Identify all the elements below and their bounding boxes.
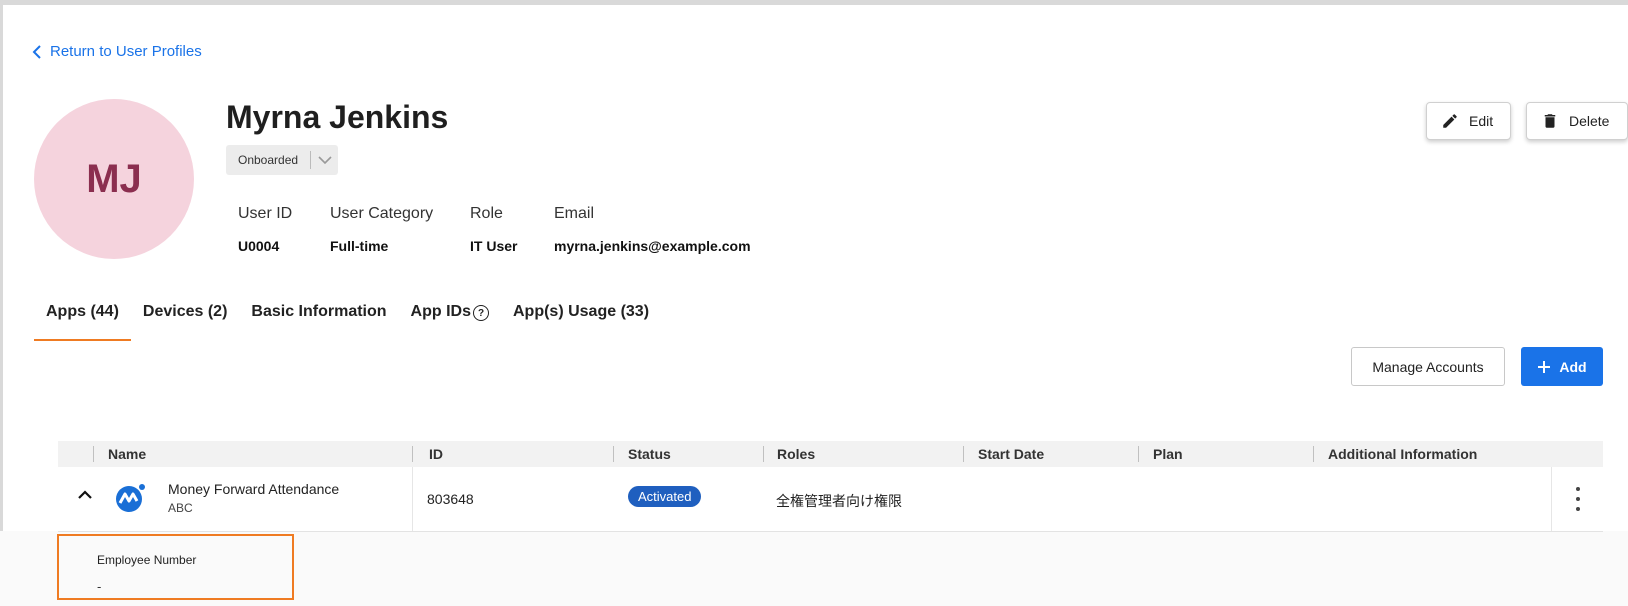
status-select-value: Onboarded [238, 153, 299, 167]
tab-label: Basic Information [251, 303, 387, 320]
tab-label: App IDs [410, 303, 471, 320]
column-divider [412, 467, 413, 531]
tab-bar: Apps (44) Devices (2) Basic Information … [34, 303, 661, 341]
detail-label: Employee Number [97, 553, 197, 567]
add-button-label: Add [1559, 358, 1587, 375]
field-label: User Category [330, 205, 434, 222]
field-email: Email myrna.jenkins@example.com [554, 205, 751, 254]
column-divider [93, 446, 94, 462]
column-divider [763, 446, 764, 462]
column-header-name[interactable]: Name [108, 446, 146, 462]
collapse-toggle[interactable] [78, 487, 92, 503]
tab-label: App(s) Usage (33) [513, 303, 650, 320]
column-divider [1551, 467, 1552, 531]
status-select[interactable]: Onboarded [226, 145, 338, 175]
chevron-down-icon [311, 155, 338, 165]
tab-label: Devices (2) [142, 303, 228, 320]
tab-label: Apps (44) [46, 303, 119, 320]
manage-accounts-label: Manage Accounts [1372, 358, 1484, 375]
user-name: Myrna Jenkins [226, 99, 449, 135]
tab-apps[interactable]: Apps (44) [34, 303, 131, 341]
pencil-icon [1443, 114, 1457, 128]
edit-button[interactable]: Edit [1426, 102, 1511, 140]
delete-button[interactable]: Delete [1526, 102, 1628, 140]
column-divider [963, 446, 964, 462]
table-header: Name ID Status Roles Start Date Plan Add… [58, 441, 1603, 467]
field-user-category: User Category Full-time [330, 205, 433, 254]
field-value: myrna.jenkins@example.com [554, 238, 751, 254]
more-options-icon[interactable] [1572, 487, 1584, 511]
table-row[interactable]: Money Forward Attendance ABC 803648 Acti… [58, 467, 1603, 532]
column-header-status[interactable]: Status [628, 446, 671, 462]
column-divider [1138, 446, 1139, 462]
column-header-additional-information[interactable]: Additional Information [1328, 446, 1477, 462]
field-label: Email [554, 205, 595, 222]
avatar: MJ [34, 99, 194, 259]
detail-value: - [97, 579, 102, 594]
tab-basic-information[interactable]: Basic Information [239, 303, 398, 341]
app-id: 803648 [427, 491, 474, 507]
column-header-plan[interactable]: Plan [1153, 446, 1183, 462]
edit-button-label: Edit [1469, 113, 1494, 129]
help-icon[interactable]: ? [473, 305, 489, 321]
chevron-left-icon [32, 44, 41, 59]
field-label: User ID [238, 205, 293, 222]
back-link[interactable]: Return to User Profiles [32, 43, 202, 60]
tab-devices[interactable]: Devices (2) [131, 303, 240, 341]
app-logo-icon [114, 483, 146, 516]
column-divider [613, 446, 614, 462]
delete-button-label: Delete [1569, 113, 1610, 129]
add-button[interactable]: Add [1521, 347, 1603, 386]
manage-accounts-button[interactable]: Manage Accounts [1351, 347, 1505, 386]
column-divider [412, 446, 413, 462]
app-name[interactable]: Money Forward Attendance [168, 481, 339, 497]
field-role: Role IT User [470, 205, 517, 254]
column-header-roles[interactable]: Roles [777, 446, 815, 462]
plus-icon [1538, 360, 1551, 373]
app-roles: 全権管理者向け権限 [776, 493, 902, 509]
field-label: Role [470, 205, 503, 222]
tab-app-usage[interactable]: App(s) Usage (33) [501, 303, 661, 341]
field-value: Full-time [330, 238, 389, 254]
column-header-id[interactable]: ID [429, 446, 443, 462]
additional-detail-panel: Employee Number - [57, 534, 294, 600]
field-value: IT User [470, 238, 518, 254]
status-badge: Activated [628, 486, 702, 507]
column-header-start-date[interactable]: Start Date [978, 446, 1044, 462]
field-value: U0004 [238, 238, 280, 254]
column-divider [1313, 446, 1314, 462]
app-subtitle: ABC [168, 501, 193, 515]
trash-icon [1544, 114, 1556, 128]
chevron-up-icon [78, 490, 92, 499]
avatar-initials: MJ [86, 156, 142, 201]
tab-app-ids[interactable]: App IDs? [399, 303, 501, 341]
back-link-label: Return to User Profiles [50, 43, 202, 60]
field-user-id: User ID U0004 [238, 205, 292, 254]
